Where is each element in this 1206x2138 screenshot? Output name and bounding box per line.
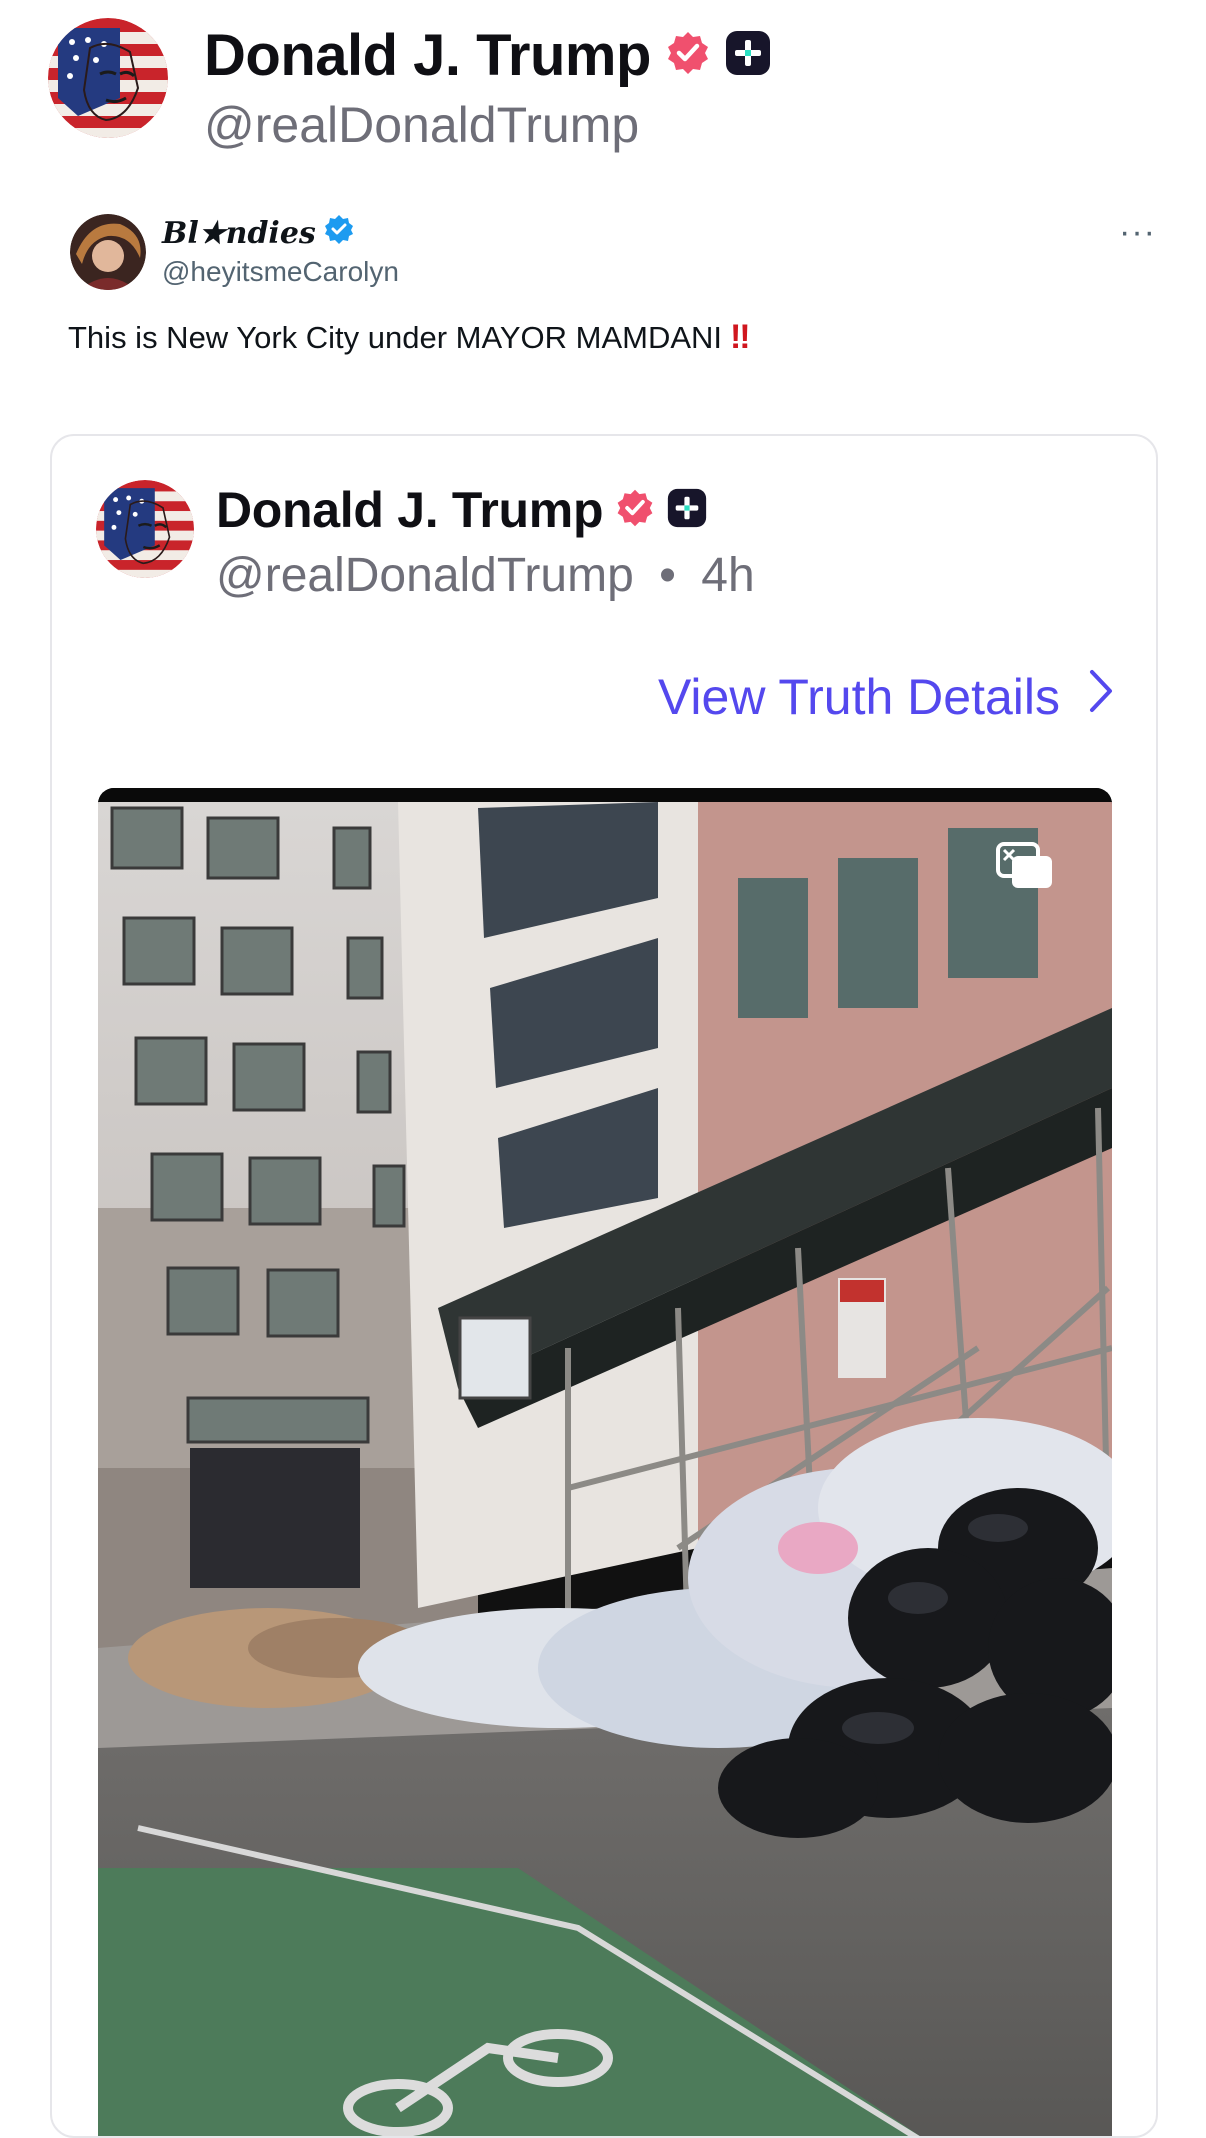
author-handle[interactable]: @realDonaldTrump (204, 96, 639, 154)
double-exclamation-icon: ‼ (730, 318, 750, 356)
truth-plus-icon (725, 30, 771, 81)
view-truth-details-link[interactable]: View Truth Details (658, 666, 1116, 728)
quoted-author-name[interactable]: Donald J. Trump (216, 481, 604, 539)
author-name-row: Donald J. Trump (204, 20, 771, 90)
quoted-author-handle[interactable]: @realDonaldTrump (216, 549, 634, 602)
x-display-name-text: Bl★ndies (162, 215, 316, 251)
chevron-right-icon (1086, 666, 1116, 728)
author-name[interactable]: Donald J. Trump (204, 22, 651, 89)
meta-separator: • (659, 549, 676, 602)
truth-plus-icon (667, 488, 707, 533)
author-avatar[interactable] (48, 18, 168, 138)
media-toggle-icon[interactable] (994, 840, 1056, 892)
x-verified-icon (324, 214, 354, 252)
post-age: 4h (701, 549, 755, 602)
verified-badge-icon (665, 30, 711, 81)
quoted-author-avatar[interactable] (96, 480, 194, 578)
embedded-x-post: Bl★ndies @heyitsmeCarolyn ··· This is Ne… (66, 210, 1156, 380)
quoted-truth-card[interactable]: Donald J. Trump @realDonaldTrump • 4h Vi… (50, 434, 1158, 2138)
more-options-icon: ··· (1119, 213, 1156, 251)
post-header: Donald J. Trump @realDonaldTrump (48, 18, 1158, 158)
x-handle: @heyitsmeCarolyn (162, 256, 399, 287)
view-truth-details-label: View Truth Details (657, 669, 1060, 725)
verified-badge-icon (615, 488, 655, 533)
x-post-text: This is New York City under MAYOR MAMDAN… (68, 318, 750, 357)
quoted-author-meta: @realDonaldTrump • 4h (216, 548, 755, 603)
x-display-name: Bl★ndies (162, 214, 354, 252)
post-media-video[interactable] (98, 788, 1112, 2136)
street-scene-image (98, 788, 1112, 2136)
x-post-body: This is New York City under MAYOR MAMDAN… (68, 319, 723, 355)
x-author-avatar (70, 214, 146, 290)
quoted-author-name-row: Donald J. Trump (216, 478, 707, 542)
